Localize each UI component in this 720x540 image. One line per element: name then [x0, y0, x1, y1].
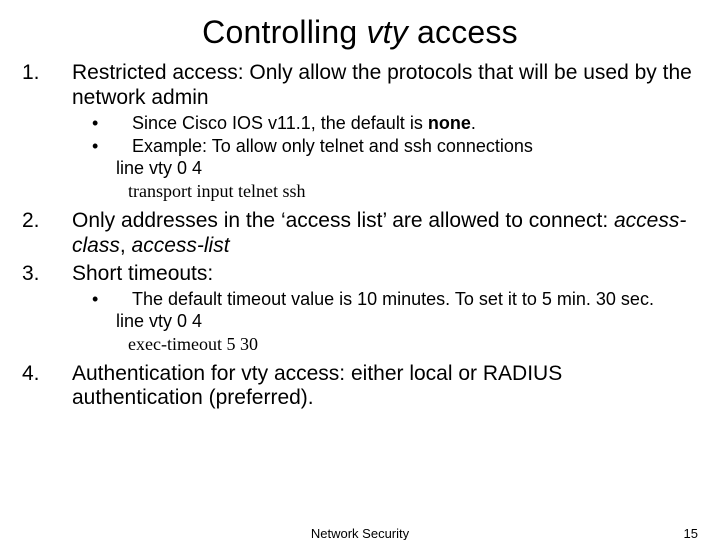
sub-item: • Since Cisco IOS v11.1, the default is … — [86, 113, 698, 135]
code-line: line vty 0 4 — [116, 158, 698, 180]
title-part-3: access — [408, 14, 518, 50]
code-line: transport input telnet ssh — [128, 180, 698, 203]
list-item: 2. Only addresses in the ‘access list’ a… — [22, 209, 698, 259]
item-text-part: Only addresses in the ‘access list’ are … — [72, 209, 614, 232]
item-number: 4. — [22, 362, 72, 412]
page-number: 15 — [684, 526, 698, 540]
item-text-italic: access-list — [132, 234, 230, 257]
sub-list: • Since Cisco IOS v11.1, the default is … — [86, 113, 698, 159]
code-line: line vty 0 4 — [116, 311, 698, 333]
slide-body: 1. Restricted access: Only allow the pro… — [0, 61, 720, 411]
item-text-part: , — [120, 234, 132, 257]
list-item: 4. Authentication for vty access: either… — [22, 362, 698, 412]
list-item: 1. Restricted access: Only allow the pro… — [22, 61, 698, 111]
code-line: exec-timeout 5 30 — [128, 333, 698, 356]
item-number: 2. — [22, 209, 72, 259]
bullet-icon: • — [86, 113, 132, 135]
bullet-icon: • — [86, 136, 132, 158]
list-item: 3. Short timeouts: — [22, 262, 698, 287]
sub-text: The default timeout value is 10 minutes.… — [132, 289, 698, 311]
item-text: Only addresses in the ‘access list’ are … — [72, 209, 698, 259]
sub-text: Since Cisco IOS v11.1, the default is no… — [132, 113, 698, 135]
item-text: Authentication for vty access: either lo… — [72, 362, 698, 412]
sub-text-part: Since Cisco IOS v11.1, the default is — [132, 113, 428, 133]
slide: Controlling vty access 1. Restricted acc… — [0, 0, 720, 540]
bullet-icon: • — [86, 289, 132, 311]
footer-center-text: Network Security — [0, 526, 720, 540]
sub-list: • The default timeout value is 10 minute… — [86, 289, 698, 311]
title-part-vty: vty — [366, 14, 408, 50]
item-text: Short timeouts: — [72, 262, 698, 287]
sub-text-bold: none — [428, 113, 471, 133]
sub-text: Example: To allow only telnet and ssh co… — [132, 136, 698, 158]
slide-title: Controlling vty access — [0, 0, 720, 57]
sub-text-part: . — [471, 113, 476, 133]
sub-item: • Example: To allow only telnet and ssh … — [86, 136, 698, 158]
title-part-1: Controlling — [202, 14, 366, 50]
item-number: 3. — [22, 262, 72, 287]
sub-item: • The default timeout value is 10 minute… — [86, 289, 698, 311]
item-text: Restricted access: Only allow the protoc… — [72, 61, 698, 111]
item-number: 1. — [22, 61, 72, 111]
